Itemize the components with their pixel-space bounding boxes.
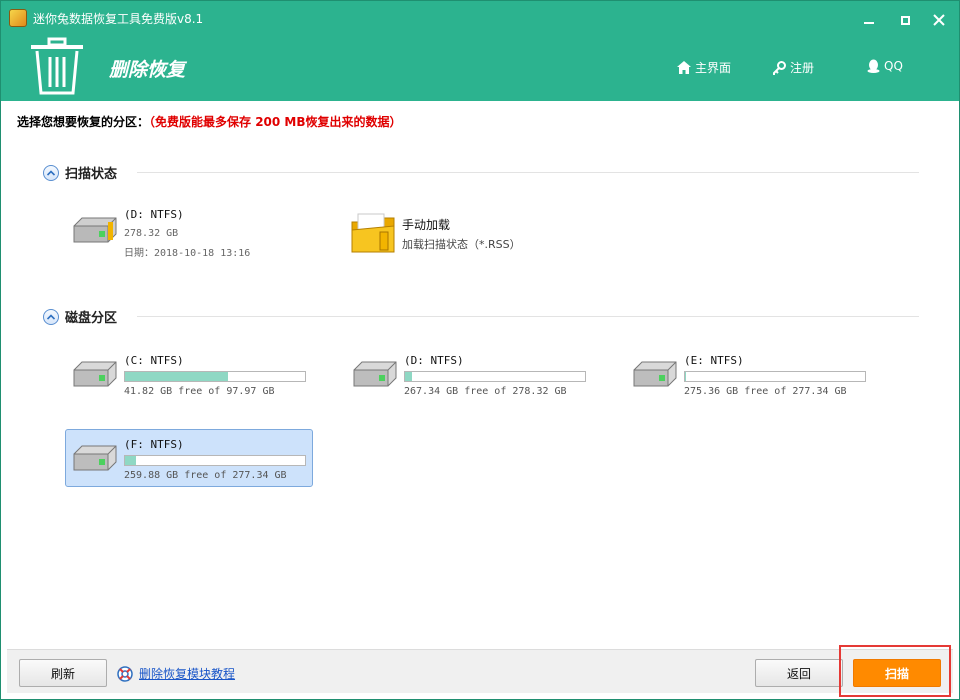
help-link-text: 删除恢复模块教程 bbox=[139, 667, 236, 681]
partition-usage: 267.34 GB free of 278.32 GB bbox=[404, 386, 567, 397]
scan-status-header: 扫描状态 bbox=[43, 163, 919, 182]
divider bbox=[137, 316, 919, 317]
back-button[interactable]: 返回 bbox=[755, 659, 843, 687]
partition-name: (E: NTFS) bbox=[684, 354, 744, 367]
drive-icon bbox=[633, 361, 677, 387]
trash-icon bbox=[31, 37, 83, 95]
partition-name: (F: NTFS) bbox=[124, 438, 184, 451]
partition-usage: 259.88 GB free of 277.34 GB bbox=[124, 470, 287, 481]
divider bbox=[137, 172, 919, 173]
partition-prompt: 选择您想要恢复的分区：（免费版能最多保存 200 MB恢复出来的数据） bbox=[17, 113, 402, 130]
maximize-button[interactable] bbox=[895, 11, 915, 29]
nav-home[interactable]: 主界面 bbox=[677, 59, 731, 76]
collapse-scan-status-button[interactable] bbox=[43, 164, 59, 181]
drive-icon bbox=[73, 217, 117, 243]
nav-qq[interactable]: QQ bbox=[867, 59, 903, 73]
usage-bar bbox=[404, 371, 586, 382]
prompt-label: 选择您想要恢复的分区： bbox=[17, 115, 150, 129]
nav-register-label: 注册 bbox=[790, 61, 815, 75]
partition-item-e[interactable]: (E: NTFS) 275.36 GB free of 277.34 GB bbox=[625, 345, 873, 403]
minimize-button[interactable] bbox=[859, 11, 879, 29]
partition-item-d[interactable]: (D: NTFS) 267.34 GB free of 278.32 GB bbox=[345, 345, 593, 403]
manual-load-title: 手动加载 bbox=[402, 218, 451, 232]
partition-item-c[interactable]: (C: NTFS) 41.82 GB free of 97.97 GB bbox=[65, 345, 313, 403]
usage-bar-fill bbox=[405, 372, 413, 381]
usage-bar bbox=[124, 455, 306, 466]
app-logo-icon bbox=[9, 9, 27, 27]
lifebuoy-icon bbox=[117, 665, 133, 682]
section-title: 删除恢复 bbox=[109, 59, 186, 81]
drive-icon bbox=[73, 445, 117, 471]
usage-bar-fill bbox=[125, 372, 229, 381]
manual-load-item[interactable]: 手动加载 加载扫描状态（*.RSS） bbox=[345, 201, 593, 259]
partition-name: (D: NTFS) bbox=[404, 354, 464, 367]
nav-home-label: 主界面 bbox=[695, 61, 732, 75]
scan-button[interactable]: 扫描 bbox=[853, 659, 941, 687]
maximize-icon bbox=[900, 15, 910, 25]
minimize-icon bbox=[864, 22, 874, 24]
scan-status-heading: 扫描状态 bbox=[65, 167, 118, 182]
collapse-partitions-button[interactable] bbox=[43, 308, 59, 325]
partition-usage: 41.82 GB free of 97.97 GB bbox=[124, 386, 275, 397]
usage-bar-fill bbox=[685, 372, 687, 381]
close-button[interactable] bbox=[929, 11, 949, 29]
app-window: 迷你兔数据恢复工具免费版v8.1 删除恢复 主界面 注册 QQ 选择您想要恢复的… bbox=[0, 0, 960, 700]
partitions-header: 磁盘分区 bbox=[43, 307, 919, 326]
usage-bar-fill bbox=[125, 456, 137, 465]
usage-bar bbox=[124, 371, 306, 382]
saved-scan-size: 278.32 GB bbox=[124, 228, 179, 239]
close-icon bbox=[933, 14, 945, 26]
header-bar: 迷你兔数据恢复工具免费版v8.1 删除恢复 主界面 注册 QQ bbox=[1, 1, 959, 101]
home-icon bbox=[677, 61, 691, 74]
chevron-up-icon bbox=[47, 169, 55, 176]
main-panel: 选择您想要恢复的分区：（免费版能最多保存 200 MB恢复出来的数据） 扫描状态… bbox=[7, 101, 953, 649]
drive-icon bbox=[73, 361, 117, 387]
help-tutorial-link[interactable]: 删除恢复模块教程 bbox=[117, 665, 235, 682]
refresh-button[interactable]: 刷新 bbox=[19, 659, 107, 687]
saved-scan-date: 日期：2018-10-18 13:16 bbox=[124, 248, 251, 259]
folder-icon bbox=[351, 213, 395, 253]
qq-penguin-icon bbox=[867, 59, 880, 73]
chevron-up-icon bbox=[47, 313, 55, 320]
drive-icon bbox=[353, 361, 397, 387]
partitions-heading: 磁盘分区 bbox=[65, 311, 118, 326]
footer-bar: 刷新 删除恢复模块教程 返回 扫描 bbox=[7, 649, 953, 693]
nav-register[interactable]: 注册 bbox=[773, 59, 814, 76]
partition-item-f[interactable]: (F: NTFS) 259.88 GB free of 277.34 GB bbox=[65, 429, 313, 487]
manual-load-subtitle: 加载扫描状态（*.RSS） bbox=[402, 238, 521, 251]
key-icon bbox=[773, 60, 786, 75]
partition-name: (C: NTFS) bbox=[124, 354, 184, 367]
partition-usage: 275.36 GB free of 277.34 GB bbox=[684, 386, 847, 397]
saved-scan-name: (D: NTFS) bbox=[124, 208, 184, 221]
saved-scan-item[interactable]: (D: NTFS) 278.32 GB 日期：2018-10-18 13:16 bbox=[65, 201, 313, 259]
usage-bar bbox=[684, 371, 866, 382]
window-title: 迷你兔数据恢复工具免费版v8.1 bbox=[33, 12, 204, 26]
free-version-note: （免费版能最多保存 200 MB恢复出来的数据） bbox=[149, 115, 402, 129]
nav-qq-label: QQ bbox=[884, 59, 903, 73]
